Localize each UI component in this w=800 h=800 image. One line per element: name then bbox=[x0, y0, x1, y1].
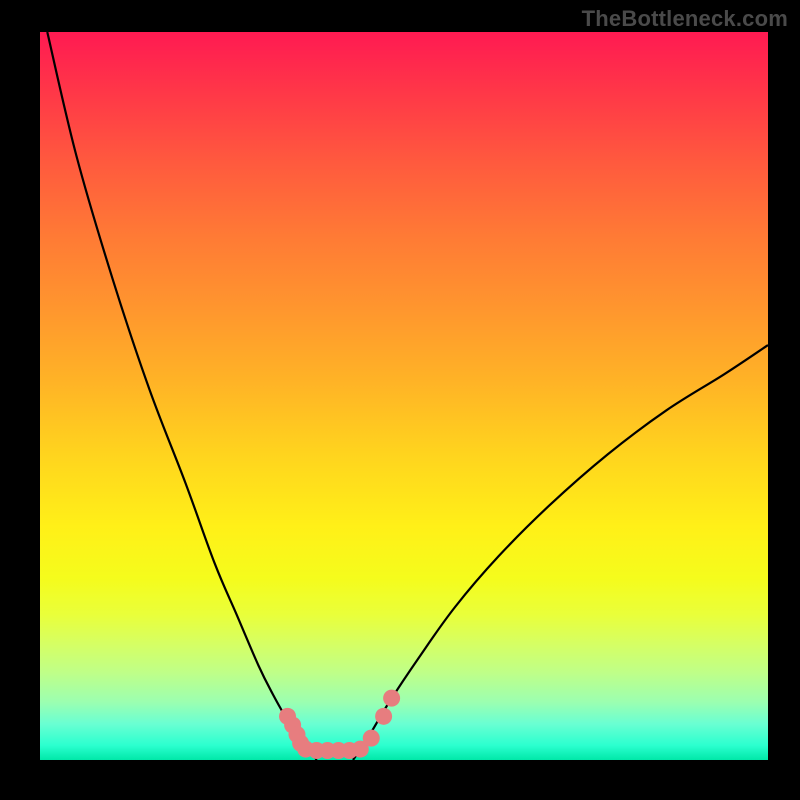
chart-svg bbox=[40, 32, 768, 760]
marker-group bbox=[279, 690, 400, 759]
data-marker bbox=[375, 708, 392, 725]
data-marker bbox=[383, 690, 400, 707]
watermark-text: TheBottleneck.com bbox=[582, 6, 788, 32]
left-curve bbox=[47, 32, 316, 760]
plot-area bbox=[40, 32, 768, 760]
right-curve bbox=[353, 345, 768, 760]
data-marker bbox=[363, 730, 380, 747]
